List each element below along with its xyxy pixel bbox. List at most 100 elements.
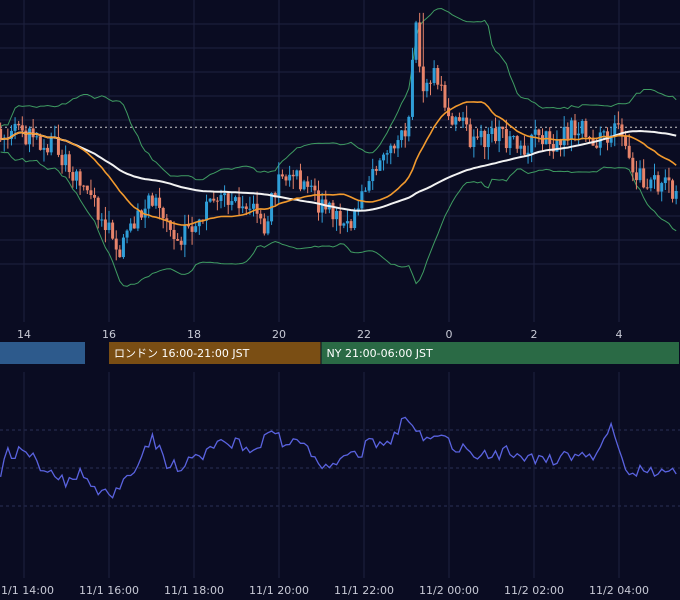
candle-body [89, 190, 93, 196]
candle-body [595, 145, 599, 148]
session-bar [0, 342, 85, 364]
candle-body [642, 168, 646, 188]
candle-body [13, 123, 17, 131]
candle-body [244, 206, 248, 209]
candle-body [241, 206, 245, 209]
candle-body [194, 226, 198, 232]
candle-body [320, 199, 324, 213]
candle-body [132, 223, 136, 229]
candle-body [150, 195, 154, 206]
candle-body [454, 117, 458, 125]
candle-body [508, 136, 512, 149]
candle-body [389, 145, 393, 154]
oscillator-x-tick-label: 11/1 20:00 [249, 584, 309, 597]
candle-body [103, 219, 107, 231]
candle-body [114, 238, 118, 250]
candle-body [577, 133, 581, 136]
candle-body [67, 154, 71, 173]
candle-body [262, 218, 266, 234]
candle-body [223, 193, 227, 196]
candle-body [42, 147, 46, 150]
candle-body [237, 197, 241, 209]
candle-body [432, 68, 436, 83]
candle-body [158, 197, 162, 208]
candle-body [295, 170, 299, 177]
candle-body [544, 131, 548, 145]
candle-body [306, 181, 310, 187]
oscillator-x-tick-label: 11/2 04:00 [589, 584, 649, 597]
candle-body [259, 213, 263, 219]
candle-body [634, 172, 638, 181]
candle-body [121, 237, 125, 258]
candle-body [226, 193, 230, 205]
candle-body [490, 128, 494, 134]
session-label: ロンドン 16:00-21:00 JST [114, 347, 250, 360]
candle-body [74, 171, 78, 181]
candle-body [129, 223, 133, 231]
candle-body [584, 120, 588, 137]
main-x-tick-label: 20 [272, 328, 286, 341]
candle-body [82, 185, 86, 187]
chart-background [0, 0, 680, 600]
candle-body [522, 145, 526, 155]
candle-body [176, 239, 180, 241]
candle-body [100, 219, 104, 221]
candle-body [60, 154, 64, 166]
candle-body [342, 223, 346, 226]
candle-body [205, 201, 209, 221]
candle-body [479, 130, 483, 138]
candle-body [85, 185, 89, 191]
candle-body [107, 222, 111, 231]
candle-body [407, 116, 411, 137]
candle-body [309, 185, 313, 187]
candle-body [302, 181, 306, 190]
candle-body [461, 117, 465, 121]
candle-body [649, 179, 653, 189]
candle-body [486, 133, 490, 148]
main-x-tick-label: 0 [446, 328, 453, 341]
candle-body [280, 174, 284, 177]
candle-body [421, 66, 425, 92]
candle-body [443, 84, 447, 108]
candle-body [35, 136, 39, 138]
candle-body [439, 84, 443, 86]
candle-body [671, 180, 675, 199]
candle-body [179, 240, 183, 245]
candle-body [49, 137, 53, 153]
candle-body [382, 154, 386, 161]
candle-body [519, 145, 523, 149]
candle-body [624, 135, 628, 146]
candle-body [353, 211, 357, 229]
candle-body [403, 130, 407, 137]
candle-body [248, 208, 252, 210]
candle-body [219, 195, 223, 201]
candle-body [494, 128, 498, 142]
candle-body [28, 128, 32, 145]
main-x-tick-label: 18 [187, 328, 201, 341]
candle-body [230, 201, 234, 205]
candle-body [172, 229, 176, 240]
candle-body [335, 211, 339, 220]
candle-body [562, 127, 566, 146]
candle-body [371, 169, 375, 182]
candle-body [161, 207, 165, 219]
oscillator-x-tick-label: 11/2 02:00 [504, 584, 564, 597]
candle-body [64, 154, 68, 166]
session-label: NY 21:00-06:00 JST [327, 347, 434, 360]
candle-body [429, 82, 433, 84]
candle-body [667, 177, 671, 181]
candle-body [638, 168, 642, 181]
candle-body [652, 175, 656, 180]
candle-body [291, 174, 295, 177]
main-x-tick-label: 14 [17, 328, 31, 341]
candle-body [378, 160, 382, 171]
candle-body [183, 224, 187, 245]
candle-body [78, 171, 82, 186]
candle-body [111, 222, 115, 239]
candle-body [118, 249, 122, 258]
candle-body [512, 136, 516, 138]
candle-body [425, 82, 429, 92]
candle-body [613, 123, 617, 136]
candle-body [497, 126, 501, 142]
candle-body [136, 210, 140, 229]
